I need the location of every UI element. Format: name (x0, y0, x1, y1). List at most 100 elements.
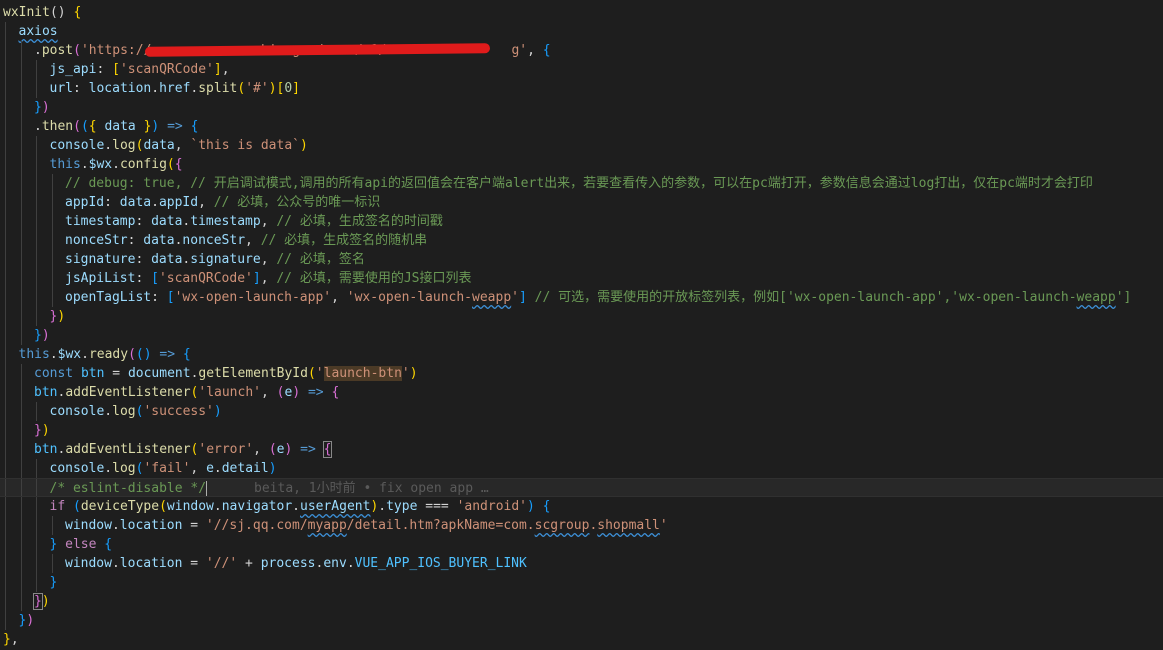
code-token: } (34, 423, 42, 438)
code-token: . (80, 157, 89, 172)
code-token: jsApiList (65, 271, 136, 286)
code-token: ( (73, 119, 81, 134)
code-token: data (151, 252, 183, 267)
code-line[interactable]: }) (0, 326, 1163, 345)
code-line[interactable]: js_api: ['scanQRCode'], (0, 60, 1163, 79)
code-line[interactable]: signature: data.signature, // 必填，签名 (0, 250, 1163, 269)
indent-guide (5, 22, 6, 41)
code-token: ) (41, 100, 50, 115)
code-line[interactable]: this.$wx.ready(() => { (0, 345, 1163, 364)
code-token: } (3, 632, 11, 647)
code-token: [ (166, 290, 175, 305)
code-token: myapp (307, 518, 347, 533)
code-token: ( (72, 499, 81, 514)
indent-guide (5, 193, 6, 212)
indent-guide (5, 421, 6, 440)
code-token: ) (409, 366, 418, 381)
code-token: '] (1115, 290, 1132, 305)
code-line-content: window.location = '//' + process.env.VUE… (65, 554, 527, 573)
code-token: . (213, 461, 222, 476)
indent-guide (36, 60, 37, 79)
code-line[interactable]: if (deviceType(window.navigator.userAgen… (0, 497, 1163, 516)
code-token: ( (73, 43, 81, 58)
indent-guide (36, 459, 37, 478)
code-line[interactable]: .post('https:// .shinagood.com/v1/ g', { (0, 41, 1163, 60)
code-token: env (323, 556, 347, 571)
code-token: weapp (1076, 290, 1116, 305)
code-line[interactable]: window.location = '//sj.qq.com/myapp/det… (0, 516, 1163, 535)
code-line[interactable]: openTagList: ['wx-open-launch-app', 'wx-… (0, 288, 1163, 307)
code-token: } (49, 575, 58, 590)
code-editor[interactable]: wxInit() {axios.post('https:// .shinagoo… (0, 0, 1163, 650)
code-line[interactable]: btn.addEventListener('error', (e) => { (0, 440, 1163, 459)
code-line[interactable]: }) (0, 307, 1163, 326)
code-line[interactable]: }) (0, 592, 1163, 611)
code-line[interactable]: } (0, 573, 1163, 592)
code-token: location (119, 518, 183, 533)
code-line[interactable]: }, (0, 630, 1163, 649)
indent-guide (20, 117, 22, 136)
code-line[interactable]: appId: data.appId, // 必填，公众号的唯一标识 (0, 193, 1163, 212)
code-line[interactable]: wxInit() { (0, 3, 1163, 22)
code-line[interactable]: console.log('fail', e.detail) (0, 459, 1163, 478)
code-line[interactable]: this.$wx.config({ (0, 155, 1163, 174)
indent-guide (51, 288, 53, 307)
code-token: /detail.htm?apkName=com. (346, 518, 535, 533)
code-line[interactable]: timestamp: data.timestamp, // 必填，生成签名的时间… (0, 212, 1163, 231)
indent-guide (20, 497, 22, 516)
indent-guide (20, 136, 22, 155)
code-token: , (190, 461, 207, 476)
code-token: . (213, 499, 222, 514)
code-token: window (65, 518, 112, 533)
indent-guide (5, 98, 6, 117)
code-line[interactable]: btn.addEventListener('launch', (e) => { (0, 383, 1163, 402)
indent-guide (36, 288, 37, 307)
code-token: { (190, 119, 199, 134)
code-line[interactable]: console.log(data, `this is data`) (0, 136, 1163, 155)
indent-guide (36, 535, 37, 554)
indent-guide (5, 231, 6, 250)
indent-guide (5, 269, 6, 288)
indent-guide (20, 592, 22, 611)
code-line[interactable]: }) (0, 611, 1163, 630)
code-line-content: }, (3, 630, 19, 649)
code-line[interactable]: .then(({ data }) => { (0, 117, 1163, 136)
code-line[interactable]: } else { (0, 535, 1163, 554)
code-line-current[interactable]: /* eslint-disable */ beita, 1小时前 • fix o… (0, 478, 1163, 497)
code-line[interactable]: url: location.href.split('#')[0] (0, 79, 1163, 98)
code-token: ( (159, 499, 167, 514)
indent-guide (5, 212, 6, 231)
indent-guide (5, 479, 6, 496)
code-token: ] (252, 271, 261, 286)
code-token: , (261, 385, 277, 400)
code-line[interactable]: }) (0, 421, 1163, 440)
indent-guide (20, 535, 22, 554)
code-token: . (104, 461, 113, 476)
code-token: . (34, 119, 42, 134)
code-token: = (182, 556, 206, 571)
code-token: ) (26, 613, 35, 628)
code-line[interactable]: jsApiList: ['scanQRCode'], // 必填，需要使用的JS… (0, 269, 1163, 288)
indent-guide (20, 459, 22, 478)
code-token: console (49, 461, 105, 476)
code-line[interactable]: axios (0, 22, 1163, 41)
code-line[interactable]: console.log('success') (0, 402, 1163, 421)
code-token: process (260, 556, 316, 571)
code-token: // 必填，生成签名的时间戳 (276, 214, 443, 229)
code-token: { (174, 157, 183, 172)
code-token: : (151, 290, 167, 305)
code-token: . (34, 43, 42, 58)
code-token: } (34, 328, 42, 343)
code-line[interactable]: window.location = '//' + process.env.VUE… (0, 554, 1163, 573)
code-line[interactable]: }) (0, 98, 1163, 117)
code-line[interactable]: // debug: true, // 开启调试模式,调用的所有api的返回值会在… (0, 174, 1163, 193)
code-token: getElementById (198, 366, 308, 381)
code-line[interactable]: nonceStr: data.nonceStr, // 必填，生成签名的随机串 (0, 231, 1163, 250)
code-line-content: }) (19, 611, 35, 630)
code-token: 'android' (456, 499, 528, 514)
code-line[interactable]: const btn = document.getElementById('lau… (0, 364, 1163, 383)
